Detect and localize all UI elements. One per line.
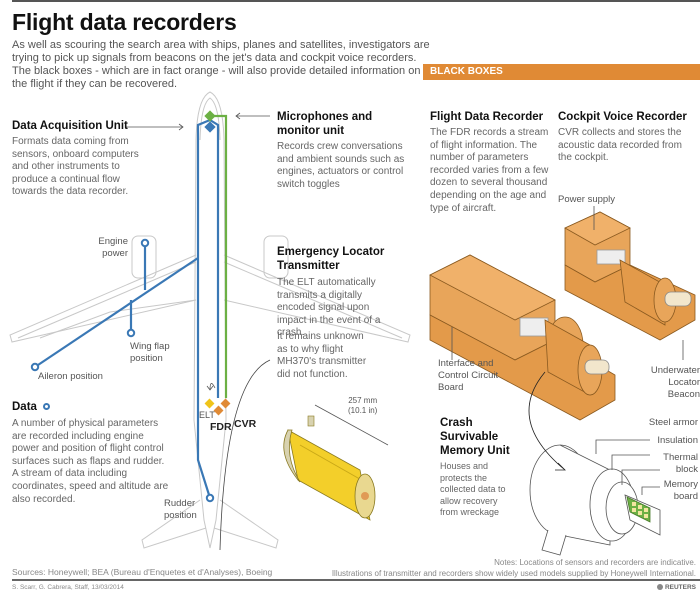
- elt-device-illustration: [283, 404, 389, 521]
- power-supply-label: Power supply: [558, 194, 616, 205]
- elt-label: ELT: [199, 410, 215, 420]
- notes-line-1: Notes: Locations of sensors and recorder…: [494, 558, 696, 567]
- part-insulation: Insulation: [657, 435, 698, 446]
- reuters-dot-icon: [656, 584, 663, 590]
- cvr-marker-icon: [220, 398, 231, 409]
- microphone-unit-icon: [204, 110, 216, 122]
- beacon-label: Underwater Locator Beacon: [650, 365, 700, 400]
- elt-text-2: It remains unknown as to why flight MH37…: [277, 331, 367, 380]
- reuters-brand: REUTERS: [664, 584, 696, 591]
- microphones-title: Microphones and monitor unit: [277, 111, 373, 137]
- cvr-text: CVR collects and stores the acoustic dat…: [558, 127, 682, 164]
- fdr-label: FDR: [210, 421, 232, 433]
- notes: Notes: Locations of sensors and recorder…: [332, 557, 696, 579]
- sources: Sources: Honeywell; BEA (Bureau d'Enquet…: [12, 567, 273, 577]
- reuters-logo: REUTERS: [656, 584, 696, 591]
- aileron-label: Aileron position: [38, 371, 103, 382]
- dau-title: Data Acquisition Unit: [12, 120, 128, 132]
- cvr-title: Cockpit Voice Recorder: [558, 111, 687, 123]
- data-title-text: Data: [12, 401, 37, 413]
- fdr-marker-icon: [213, 405, 224, 416]
- cvr-illustration: [564, 211, 696, 341]
- csmu-text: Houses and protects the collected data t…: [440, 461, 506, 517]
- wing-flap-label: Wing flap position: [130, 341, 170, 364]
- byline: S. Scarr, G. Cabrera, Staff, 13/03/2014: [12, 584, 124, 591]
- part-steel-armor: Steel armor: [648, 417, 698, 428]
- footer-rule: [12, 579, 700, 581]
- microphones-text: Records crew conversations and ambient s…: [277, 141, 405, 190]
- part-thermal-block: Thermal block: [663, 452, 698, 475]
- interface-board-label: Interface and Control Circuit Board: [438, 358, 499, 393]
- fdr-text: The FDR records a stream of flight infor…: [430, 127, 549, 214]
- data-title: Data: [12, 400, 51, 414]
- data-text: A number of physical parameters are reco…: [12, 418, 169, 505]
- elt-dimension-in: (10.1 in): [348, 406, 378, 415]
- notes-line-2: Illustrations of transmitter and recorde…: [331, 569, 696, 578]
- elt-dimension-mm: 257 mm: [348, 396, 378, 405]
- data-sensor-legend-icon: [43, 403, 51, 410]
- elt-dimension: 257 mm (10.1 in): [348, 396, 377, 416]
- elt-marker-icon: [204, 398, 215, 409]
- rudder-label: Rudder position: [164, 498, 197, 521]
- part-memory-board: Memory board: [663, 479, 698, 502]
- aileron-sensor-icon: [30, 362, 40, 372]
- wing-flap-sensor-icon: [126, 328, 136, 338]
- elt-title: Emergency Locator Transmitter: [277, 246, 385, 272]
- engine-sensor-icon: [140, 238, 150, 248]
- cvr-label: CVR: [234, 418, 257, 430]
- black-boxes-banner: BLACK BOXES: [423, 64, 700, 80]
- fdr-title: Flight Data Recorder: [430, 111, 544, 123]
- rudder-sensor-icon: [205, 493, 215, 503]
- dau-text: Formats data coming from sensors, onboar…: [12, 136, 139, 198]
- csmu-title: Crash Survivable Memory Unit: [440, 417, 510, 457]
- engine-power-label: Engine power: [98, 236, 128, 259]
